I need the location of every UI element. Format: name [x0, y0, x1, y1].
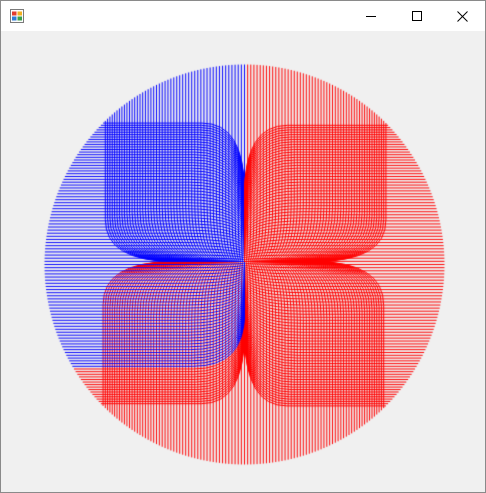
close-icon — [456, 10, 468, 22]
maximize-button[interactable] — [394, 1, 440, 31]
minimize-button[interactable] — [348, 1, 394, 31]
minimize-icon — [366, 16, 376, 17]
close-button[interactable] — [439, 1, 485, 31]
radial-line-drawing — [1, 31, 485, 492]
client-area — [1, 31, 485, 492]
title-bar[interactable] — [1, 1, 485, 31]
winforms-app-icon[interactable] — [10, 9, 24, 23]
maximize-icon — [412, 11, 422, 21]
app-window — [0, 0, 486, 493]
